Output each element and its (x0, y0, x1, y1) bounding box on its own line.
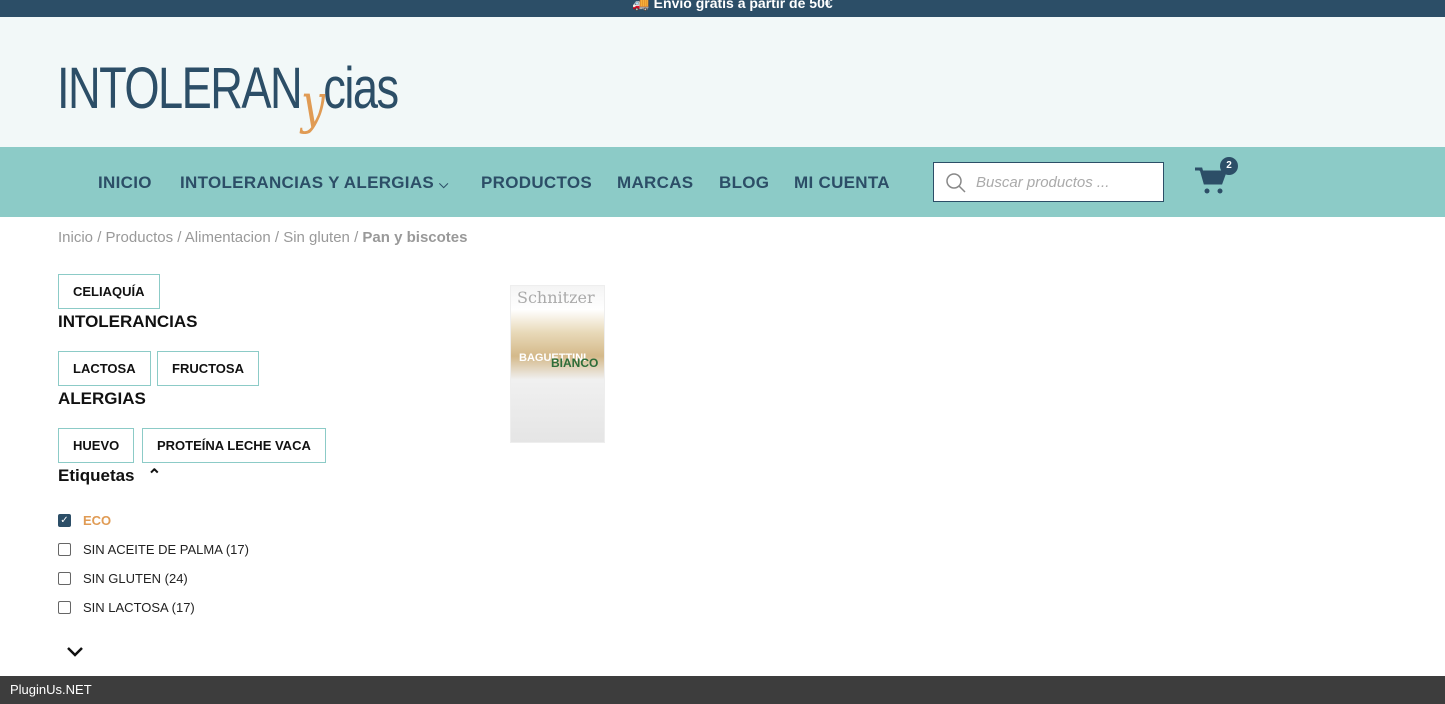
nav-mi-cuenta[interactable]: MI CUENTA (794, 173, 890, 193)
tag-eco[interactable]: ECO (83, 513, 111, 528)
chevron-down-icon: ⌵ (439, 177, 449, 191)
checkbox-sin-gluten[interactable] (58, 572, 71, 585)
intolerancias-heading: INTOLERANCIAS (58, 312, 198, 331)
logo-end: cias (323, 56, 399, 121)
crumb-alimentacion[interactable]: Alimentacion (185, 229, 271, 246)
nav-inicio[interactable]: INICIO (98, 173, 152, 193)
filter-lactosa[interactable]: LACTOSA (58, 351, 151, 386)
nav-intolerancias[interactable]: INTOLERANCIAS Y ALERGIAS ⌵ (180, 173, 449, 193)
tag-count: (17) (225, 542, 249, 557)
shipping-banner: 🚚 Envío gratis a partir de 50€ (0, 0, 1445, 17)
tag-sin-gluten[interactable]: SIN GLUTEN (24) (83, 571, 188, 586)
nav-blog[interactable]: BLOG (719, 173, 769, 193)
shipping-text: 🚚 Envío gratis a partir de 50€ (632, 0, 833, 11)
crumb-productos[interactable]: Productos (106, 229, 174, 246)
main-nav: INICIO INTOLERANCIAS Y ALERGIAS ⌵ PRODUC… (0, 147, 1445, 217)
etiquetas-title: Etiquetas (58, 466, 135, 485)
nav-intolerancias-label: INTOLERANCIAS Y ALERGIAS (180, 173, 435, 192)
footer-bar: PluginUs.NET (0, 676, 1445, 704)
nav-marcas[interactable]: MARCAS (617, 173, 693, 193)
site-header: INTOLERANycias (0, 17, 1445, 147)
checkbox-eco[interactable]: ✓ (58, 514, 71, 527)
site-logo[interactable]: INTOLERANycias (57, 55, 399, 135)
product-name-2: BIANCO (551, 356, 599, 370)
logo-main: INTOLERAN (57, 56, 303, 121)
nav-productos[interactable]: PRODUCTOS (481, 173, 592, 193)
tag-count: (17) (171, 600, 195, 615)
filter-celiaquia[interactable]: CELIAQUÍA (58, 274, 160, 309)
product-image[interactable]: Schnitzer BAGUETTINI BIANCO (510, 285, 605, 443)
breadcrumb: Inicio / Productos / Alimentacion / Sin … (58, 229, 468, 246)
tag-sin-lactosa[interactable]: SIN LACTOSA (17) (83, 600, 195, 615)
search-input[interactable]: Buscar productos ... (933, 162, 1164, 202)
chevron-down-icon[interactable] (66, 646, 84, 658)
filter-fructosa[interactable]: FRUCTOSA (157, 351, 259, 386)
cart-count-badge: 2 (1220, 157, 1238, 175)
tag-label: SIN LACTOSA (83, 600, 169, 615)
checkbox-sin-aceite-de-palma[interactable] (58, 543, 71, 556)
alergias-heading: ALERGIAS (58, 389, 146, 408)
chevron-up-icon: ⌃ (147, 466, 162, 485)
filter-proteina-leche-vaca[interactable]: PROTEÍNA LECHE VACA (142, 428, 326, 463)
logo-y: y (301, 72, 325, 135)
search-icon (946, 173, 966, 193)
search-placeholder: Buscar productos ... (976, 174, 1110, 191)
crumb-sin-gluten[interactable]: Sin gluten (283, 229, 350, 246)
footer-text[interactable]: PluginUs.NET (10, 682, 92, 697)
crumb-inicio[interactable]: Inicio (58, 229, 93, 246)
tag-count: (24) (164, 571, 188, 586)
checkbox-sin-lactosa[interactable] (58, 601, 71, 614)
product-brand: Schnitzer (517, 288, 595, 307)
filter-huevo[interactable]: HUEVO (58, 428, 135, 463)
etiquetas-heading[interactable]: Etiquetas ⌃ (58, 466, 162, 486)
tag-label: SIN ACEITE DE PALMA (83, 542, 223, 557)
crumb-current: Pan y biscotes (362, 229, 468, 246)
tag-label: SIN GLUTEN (83, 571, 162, 586)
tag-sin-aceite-de-palma[interactable]: SIN ACEITE DE PALMA (17) (83, 542, 249, 557)
